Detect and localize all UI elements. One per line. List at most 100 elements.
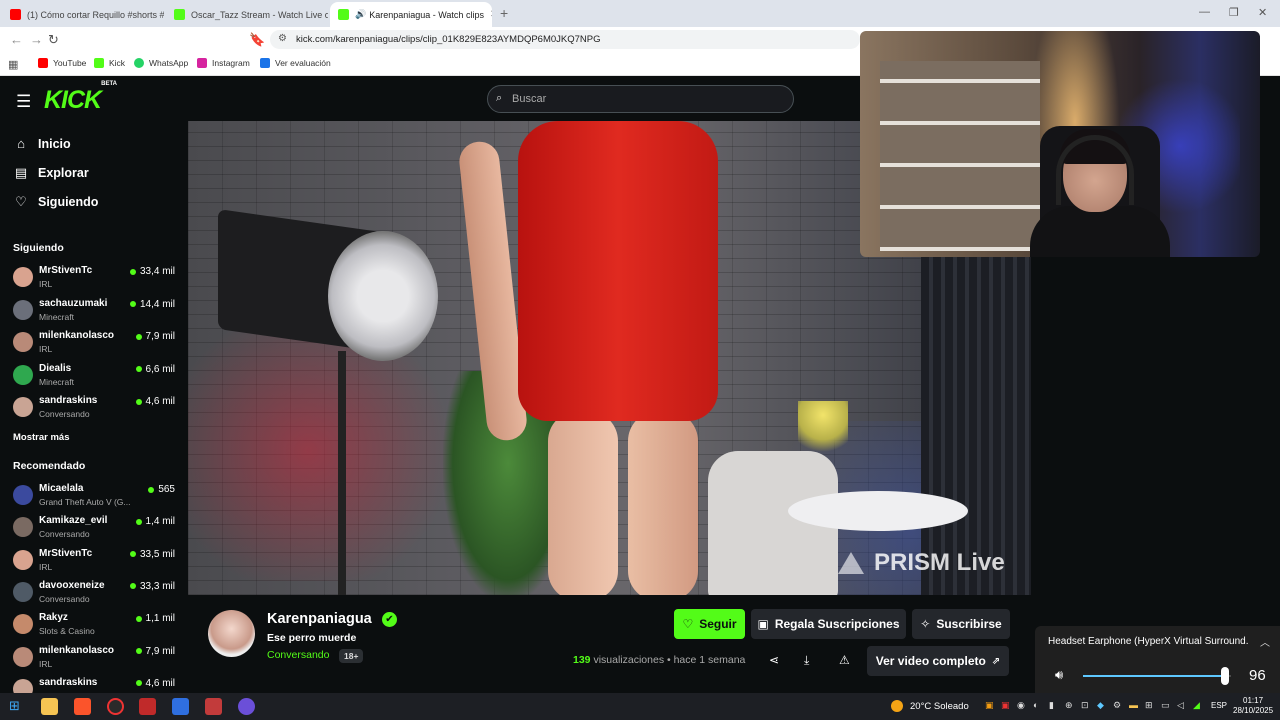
minimize-icon[interactable]: — xyxy=(1199,6,1210,18)
button-label: Seguir xyxy=(699,617,737,631)
clock-date: 28/10/2025 xyxy=(1233,706,1274,715)
display-icon[interactable]: ▭ xyxy=(1161,700,1170,711)
app-icon[interactable] xyxy=(205,698,222,715)
tab-youtube[interactable]: (1) Cómo cortar Requillo #shorts #b xyxy=(2,2,164,27)
bookmark-evaluacion[interactable]: Ver evaluación xyxy=(260,58,331,68)
file-explorer-icon[interactable] xyxy=(41,698,58,715)
bookmark-instagram[interactable]: Instagram xyxy=(197,58,250,68)
sun-icon xyxy=(891,700,903,712)
volume-slider[interactable] xyxy=(1083,667,1231,685)
channel-name: Rakyz xyxy=(39,612,68,624)
channel-row[interactable]: Rakyz Slots & Casino 1,1 mil xyxy=(13,612,178,642)
tray-icon[interactable]: ▬ xyxy=(1129,700,1138,710)
bookmark-whatsapp[interactable]: WhatsApp xyxy=(134,58,188,68)
speaker-icon[interactable]: 🔊︎ xyxy=(1055,667,1063,683)
nav-inicio[interactable]: ⌂ Inicio xyxy=(14,136,71,151)
back-icon[interactable]: ← xyxy=(10,32,23,47)
viewer-count: 33,4 mil xyxy=(129,266,175,277)
light-stand xyxy=(338,351,346,595)
bookmark-label: Ver evaluación xyxy=(275,58,331,68)
nav-explorar[interactable]: ▤ Explorar xyxy=(14,165,89,181)
close-window-icon[interactable]: ✕ xyxy=(1258,6,1267,19)
report-icon[interactable]: ⚠ xyxy=(839,653,850,667)
channel-row[interactable]: milenkanolasco IRL 7,9 mil xyxy=(13,330,178,360)
streamer-avatar[interactable] xyxy=(208,610,255,657)
channel-row[interactable]: MrStivenTc IRL 33,4 mil xyxy=(13,265,178,295)
category-link[interactable]: Conversando xyxy=(267,649,329,661)
viewer-count-text: 14,4 mil xyxy=(139,298,175,310)
language-indicator[interactable]: ESP xyxy=(1211,701,1227,710)
tray-icon[interactable]: ⚙ xyxy=(1113,700,1121,711)
gift-subscriptions-button[interactable]: ▣ Regala Suscripciones xyxy=(751,609,906,639)
nav-siguiendo[interactable]: ♡ Siguiendo xyxy=(14,194,98,210)
tray-icon[interactable]: ◆ xyxy=(1097,700,1104,711)
discord-icon[interactable] xyxy=(238,698,255,715)
clip-age: • hace 1 semana xyxy=(667,654,746,666)
bookmark-youtube[interactable]: YouTube xyxy=(38,58,86,68)
apps-grid-icon[interactable]: ▦ xyxy=(8,58,18,71)
tray-icon[interactable]: ▣ xyxy=(1001,700,1010,711)
system-clock[interactable]: 01:17 28/10/2025 xyxy=(1233,696,1273,716)
tray-icon[interactable]: ▣ xyxy=(985,700,994,711)
channel-row[interactable]: Diealis Minecraft 6,6 mil xyxy=(13,363,178,393)
tray-icon[interactable]: ◢ xyxy=(1193,700,1200,711)
channel-category: Conversando xyxy=(39,409,90,419)
app-icon[interactable] xyxy=(172,698,189,715)
tab-karenpaniagua-clips[interactable]: 🔊 Karenpaniagua - Watch clips ✕ xyxy=(330,2,492,27)
channel-row[interactable]: sachauzumaki Minecraft 14,4 mil xyxy=(13,298,178,328)
channel-row[interactable]: Micaelala Grand Theft Auto V (G... 565 xyxy=(13,483,178,513)
channel-row[interactable]: Kamikaze_evil Conversando 1,4 mil xyxy=(13,515,178,545)
channel-category: IRL xyxy=(39,561,53,572)
bookmark-kick[interactable]: Kick xyxy=(94,58,125,68)
person-leg xyxy=(548,411,618,595)
red-dress xyxy=(518,121,718,421)
tray-icon[interactable]: ⊡ xyxy=(1081,700,1089,711)
streamer-name[interactable]: Karenpaniagua xyxy=(267,611,372,627)
channel-row[interactable]: MrStivenTc IRL 33,5 mil xyxy=(13,548,178,578)
follow-button[interactable]: ♡ Seguir xyxy=(674,609,745,639)
channel-category: Slots & Casino xyxy=(39,626,95,637)
windows-start-icon[interactable]: ⊞ xyxy=(9,698,26,715)
microphone-icon[interactable]: ▮ xyxy=(1049,700,1054,711)
restore-icon[interactable]: ❐ xyxy=(1229,6,1239,19)
url-field[interactable]: ⚙ kick.com/karenpaniagua/clips/clip_01K8… xyxy=(270,30,860,49)
new-tab-button[interactable]: + xyxy=(500,5,508,21)
show-more-link[interactable]: Mostrar más xyxy=(13,432,70,443)
audio-device-name[interactable]: Headset Earphone (HyperX Virtual Surroun… xyxy=(1048,636,1248,647)
tray-icon[interactable]: ⊞ xyxy=(1145,700,1153,711)
channel-avatar xyxy=(13,549,33,570)
share-icon[interactable]: ⋖ xyxy=(769,653,779,667)
channel-avatar xyxy=(13,485,33,505)
search-input[interactable]: ⌕ Buscar xyxy=(487,85,794,113)
subscribe-button[interactable]: ✧ Suscribirse xyxy=(912,609,1010,639)
channel-row[interactable]: davooxeneize Conversando 33,3 mil xyxy=(13,580,178,610)
volume-slider-thumb[interactable] xyxy=(1221,667,1230,685)
collectibles-shelf xyxy=(880,61,1040,251)
bookmark-icon[interactable]: 🔖 xyxy=(249,32,265,48)
download-icon[interactable]: ⤓ xyxy=(804,653,809,668)
weather-widget[interactable]: 20°C Soleado xyxy=(891,700,969,712)
reload-icon[interactable]: ↻ xyxy=(48,32,59,48)
kick-icon xyxy=(94,58,104,68)
menu-icon[interactable]: ☰ xyxy=(16,92,31,112)
site-settings-icon[interactable]: ⚙ xyxy=(278,33,287,44)
button-label: Regala Suscripciones xyxy=(774,617,900,631)
forward-icon[interactable]: → xyxy=(30,32,43,47)
recommended-heading: Recomendado xyxy=(13,460,86,472)
tray-icon[interactable]: ◐ xyxy=(1033,700,1038,710)
kick-logo[interactable]: KICKBETA xyxy=(44,81,117,115)
chevron-up-icon[interactable]: ︿ xyxy=(1260,634,1270,649)
weather-text: 20°C Soleado xyxy=(910,700,969,712)
tray-icon[interactable]: ◉ xyxy=(1017,700,1025,711)
tab-oscar-stream[interactable]: Oscar_Tazz Stream - Watch Live on K xyxy=(166,2,328,27)
close-tab-icon[interactable]: ✕ xyxy=(484,9,492,20)
viewer-count-text: 7,9 mil xyxy=(145,645,175,657)
tray-icon[interactable]: ⊕ xyxy=(1065,700,1073,711)
channel-row[interactable]: sandraskins Conversando 4,6 mil xyxy=(13,395,178,425)
voicemeeter-icon[interactable] xyxy=(139,698,156,715)
full-video-button[interactable]: Ver video completo ⇗ xyxy=(867,646,1009,676)
volume-tray-icon[interactable]: ◁ xyxy=(1177,700,1184,711)
obs-icon[interactable] xyxy=(107,698,124,715)
brave-browser-icon[interactable] xyxy=(74,698,91,715)
channel-row[interactable]: milenkanolasco IRL 7,9 mil xyxy=(13,645,178,675)
